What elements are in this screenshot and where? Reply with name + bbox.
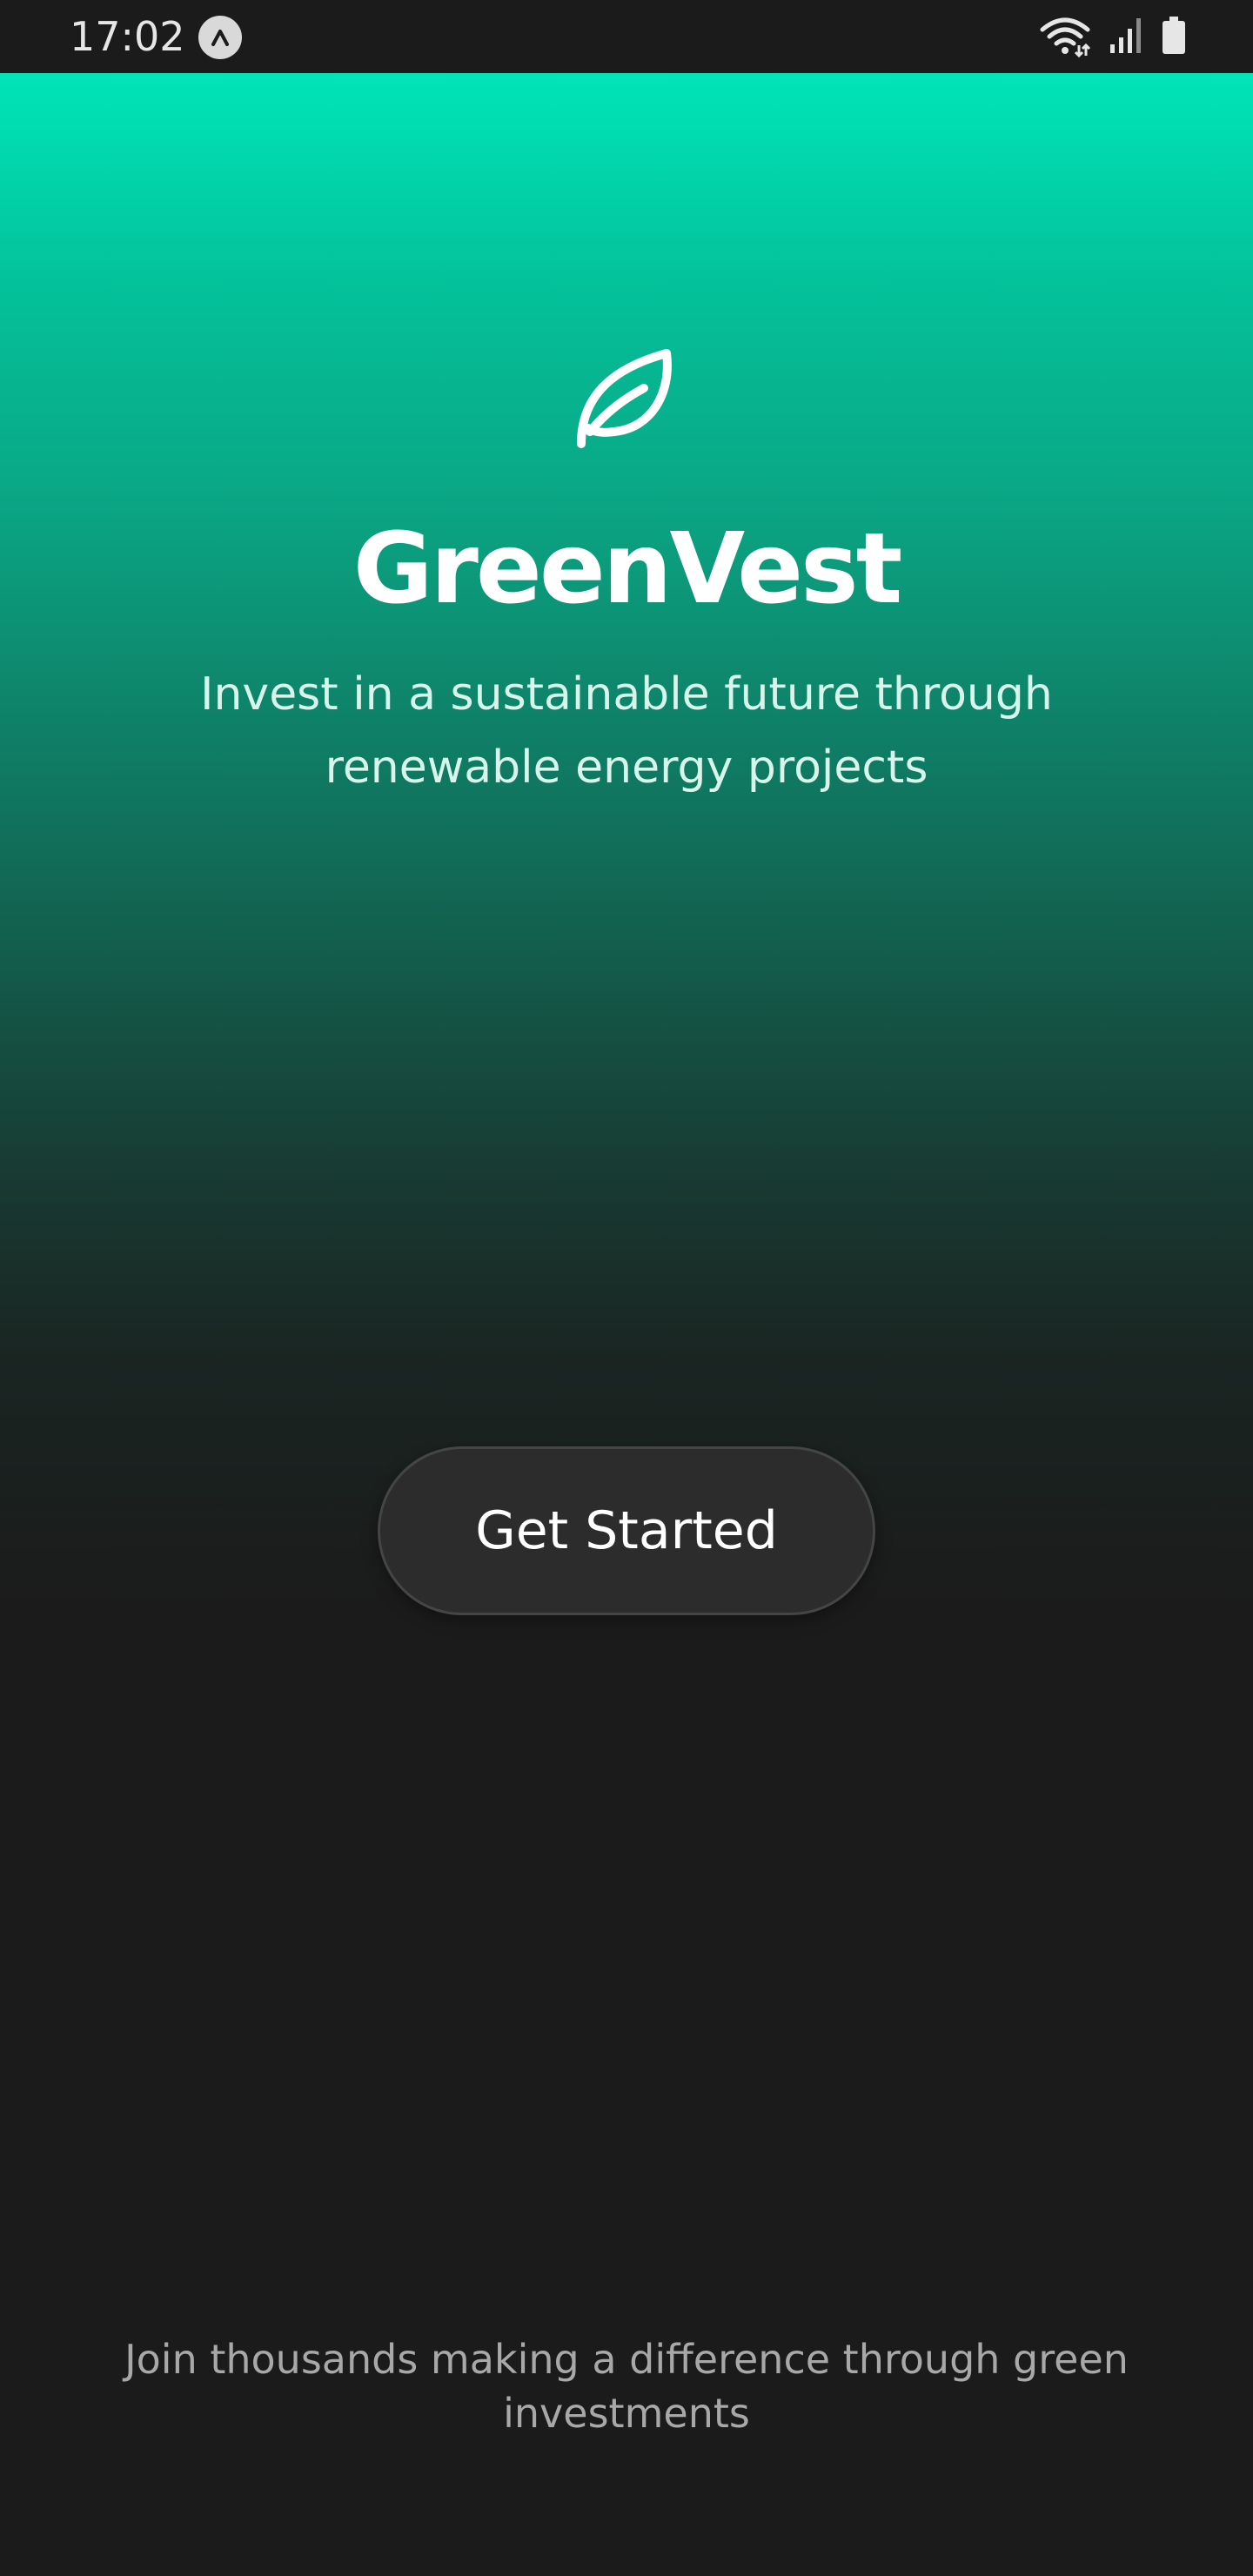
notification-app-icon [198,16,242,59]
signal-icon [1109,17,1143,58]
status-time: 17:02 [70,13,185,60]
status-icons [1039,16,1187,59]
get-started-button[interactable]: Get Started [378,1446,875,1615]
battery-icon [1161,17,1187,58]
footer-tagline: Join thousands making a difference throu… [124,2336,1129,2437]
leaf-icon [564,341,682,460]
wifi-icon [1039,14,1091,61]
status-bar: 17:02 [0,0,1253,73]
app-subtitle: Invest in a sustainable future through r… [200,668,1053,794]
app-title: GreenVest [352,513,903,626]
welcome-screen: 17:02 GreenVest Invest in a sustainable … [0,0,1253,2576]
hero-section: GreenVest Invest in a sustainable future… [0,73,1253,1605]
